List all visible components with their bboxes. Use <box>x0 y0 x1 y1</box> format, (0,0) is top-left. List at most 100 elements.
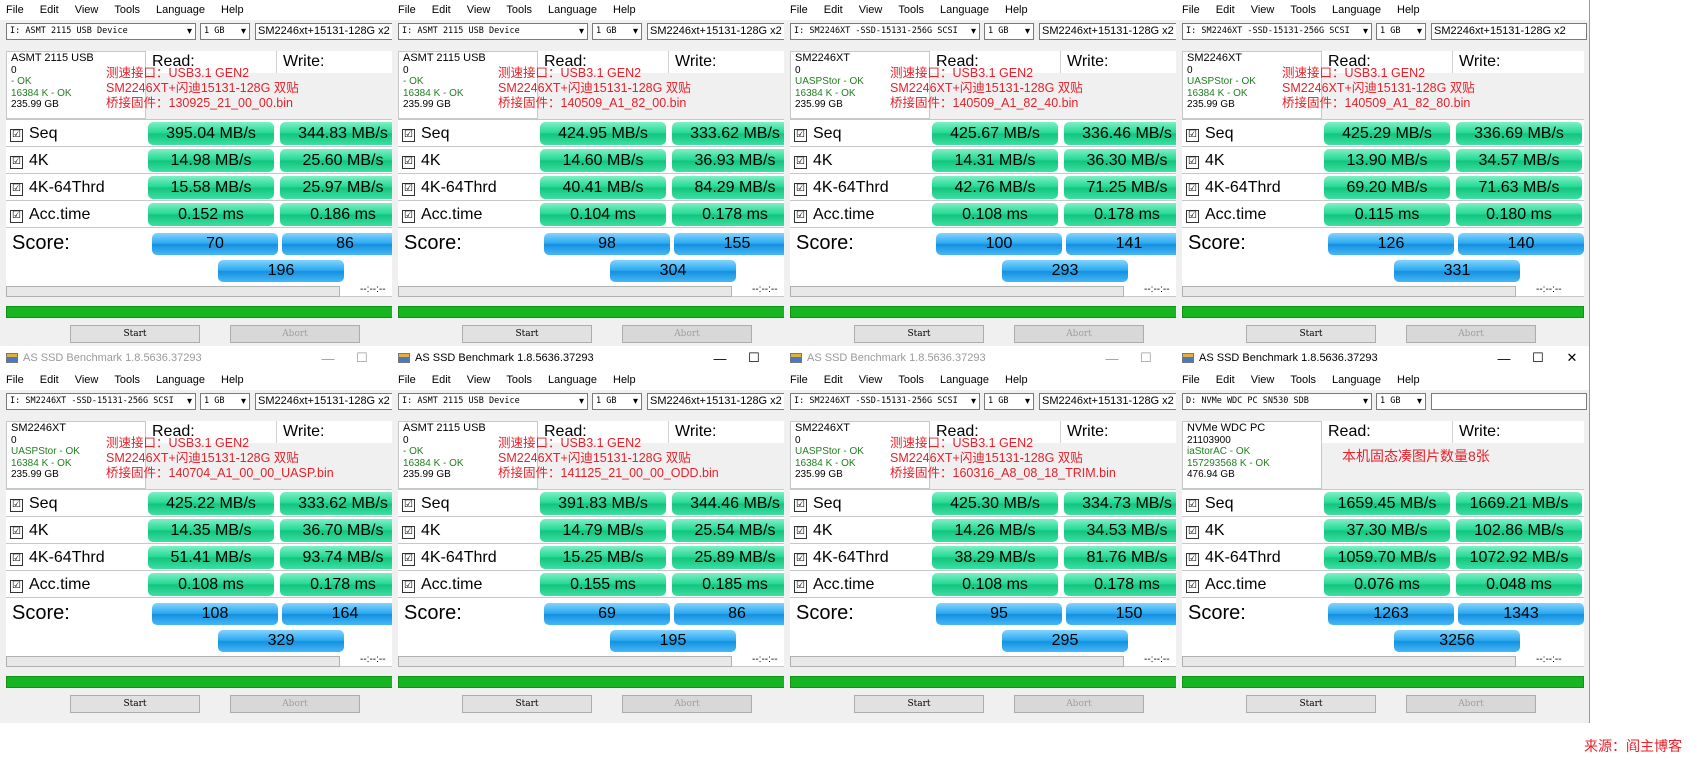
abort-button[interactable]: Abort <box>622 695 752 713</box>
menu-file[interactable]: File <box>398 4 416 16</box>
row-label[interactable]: ☑ Seq <box>398 120 538 147</box>
close-icon[interactable]: ✕ <box>1555 350 1589 366</box>
row-label[interactable]: ☑ 4K-64Thrd <box>6 174 146 201</box>
description-input[interactable]: SM2246xt+15131-128G x2 <box>1431 22 1587 40</box>
checkbox-icon[interactable]: ☑ <box>10 580 23 593</box>
row-label[interactable]: ☑ 4K-64Thrd <box>790 544 930 571</box>
menu-help[interactable]: Help <box>1397 374 1420 386</box>
menu-tools[interactable]: Tools <box>506 374 532 386</box>
row-label[interactable]: ☑ 4K <box>398 517 538 544</box>
start-button[interactable]: Start <box>70 695 200 713</box>
checkbox-icon[interactable]: ☑ <box>10 553 23 566</box>
menu-language[interactable]: Language <box>940 374 989 386</box>
menu-tools[interactable]: Tools <box>114 4 140 16</box>
row-label[interactable]: ☑ 4K <box>398 147 538 174</box>
menu-tools[interactable]: Tools <box>1290 374 1316 386</box>
size-select[interactable]: 1 GB <box>984 22 1034 40</box>
drive-select[interactable]: I: ASMT 2115 USB Device <box>398 392 588 410</box>
checkbox-icon[interactable]: ☑ <box>402 210 415 223</box>
checkbox-icon[interactable]: ☑ <box>794 156 807 169</box>
row-label[interactable]: ☑ Seq <box>790 490 930 517</box>
menu-file[interactable]: File <box>6 374 24 386</box>
checkbox-icon[interactable]: ☑ <box>794 183 807 196</box>
row-label[interactable]: ☑ 4K <box>1182 517 1322 544</box>
row-label[interactable]: ☑ 4K <box>1182 147 1322 174</box>
row-label[interactable]: ☑ Seq <box>1182 490 1322 517</box>
menu-help[interactable]: Help <box>221 4 244 16</box>
row-label[interactable]: ☑ 4K-64Thrd <box>1182 174 1322 201</box>
minimize-icon[interactable]: — <box>703 351 737 366</box>
checkbox-icon[interactable]: ☑ <box>1186 499 1199 512</box>
menu-view[interactable]: View <box>1251 374 1275 386</box>
row-label[interactable]: ☑ Acc.time <box>790 571 930 598</box>
row-label[interactable]: ☑ Acc.time <box>6 571 146 598</box>
description-input[interactable]: SM2246xt+15131-128G x2 <box>255 22 411 40</box>
row-label[interactable]: ☑ Acc.time <box>1182 571 1322 598</box>
menu-file[interactable]: File <box>1182 374 1200 386</box>
maximize-icon[interactable]: ☐ <box>1129 350 1163 366</box>
start-button[interactable]: Start <box>462 325 592 343</box>
menu-edit[interactable]: Edit <box>40 4 59 16</box>
row-label[interactable]: ☑ 4K <box>6 517 146 544</box>
menu-language[interactable]: Language <box>156 374 205 386</box>
checkbox-icon[interactable]: ☑ <box>1186 156 1199 169</box>
row-label[interactable]: ☑ Seq <box>6 120 146 147</box>
row-label[interactable]: ☑ 4K-64Thrd <box>398 174 538 201</box>
menu-edit[interactable]: Edit <box>824 4 843 16</box>
menu-view[interactable]: View <box>1251 4 1275 16</box>
checkbox-icon[interactable]: ☑ <box>10 526 23 539</box>
abort-button[interactable]: Abort <box>1406 695 1536 713</box>
checkbox-icon[interactable]: ☑ <box>402 183 415 196</box>
start-button[interactable]: Start <box>854 695 984 713</box>
abort-button[interactable]: Abort <box>1406 325 1536 343</box>
size-select[interactable]: 1 GB <box>592 392 642 410</box>
row-label[interactable]: ☑ Seq <box>6 490 146 517</box>
menu-help[interactable]: Help <box>1005 4 1028 16</box>
menu-help[interactable]: Help <box>221 374 244 386</box>
checkbox-icon[interactable]: ☑ <box>1186 210 1199 223</box>
size-select[interactable]: 1 GB <box>1376 392 1426 410</box>
row-label[interactable]: ☑ 4K <box>6 147 146 174</box>
drive-select[interactable]: I: ASMT 2115 USB Device <box>6 22 196 40</box>
row-label[interactable]: ☑ Acc.time <box>6 201 146 228</box>
checkbox-icon[interactable]: ☑ <box>794 553 807 566</box>
abort-button[interactable]: Abort <box>230 695 360 713</box>
size-select[interactable]: 1 GB <box>984 392 1034 410</box>
row-label[interactable]: ☑ Seq <box>398 490 538 517</box>
description-input[interactable]: SM2246xt+15131-128G x2 <box>647 392 803 410</box>
row-label[interactable]: ☑ Seq <box>790 120 930 147</box>
checkbox-icon[interactable]: ☑ <box>794 499 807 512</box>
checkbox-icon[interactable]: ☑ <box>794 580 807 593</box>
menu-view[interactable]: View <box>75 4 99 16</box>
menu-language[interactable]: Language <box>548 374 597 386</box>
menu-help[interactable]: Help <box>613 4 636 16</box>
drive-select[interactable]: I: SM2246XT -SSD-15131-256G SCSI <box>790 22 980 40</box>
menu-file[interactable]: File <box>6 4 24 16</box>
row-label[interactable]: ☑ Seq <box>1182 120 1322 147</box>
checkbox-icon[interactable]: ☑ <box>402 129 415 142</box>
row-label[interactable]: ☑ 4K-64Thrd <box>790 174 930 201</box>
size-select[interactable]: 1 GB <box>200 392 250 410</box>
maximize-icon[interactable]: ☐ <box>737 350 771 366</box>
size-select[interactable]: 1 GB <box>592 22 642 40</box>
checkbox-icon[interactable]: ☑ <box>10 183 23 196</box>
menu-edit[interactable]: Edit <box>432 374 451 386</box>
row-label[interactable]: ☑ 4K-64Thrd <box>6 544 146 571</box>
row-label[interactable]: ☑ Acc.time <box>1182 201 1322 228</box>
drive-select[interactable]: D: NVMe WDC PC SN530 SDB <box>1182 392 1372 410</box>
menu-language[interactable]: Language <box>940 4 989 16</box>
menu-tools[interactable]: Tools <box>898 374 924 386</box>
checkbox-icon[interactable]: ☑ <box>402 580 415 593</box>
start-button[interactable]: Start <box>1246 325 1376 343</box>
row-label[interactable]: ☑ Acc.time <box>398 201 538 228</box>
description-input[interactable]: SM2246xt+15131-128G x2 <box>1039 22 1195 40</box>
menu-language[interactable]: Language <box>548 4 597 16</box>
menu-language[interactable]: Language <box>1332 374 1381 386</box>
menu-tools[interactable]: Tools <box>898 4 924 16</box>
checkbox-icon[interactable]: ☑ <box>10 129 23 142</box>
minimize-icon[interactable]: — <box>1487 351 1521 366</box>
menu-help[interactable]: Help <box>1397 4 1420 16</box>
menu-view[interactable]: View <box>467 374 491 386</box>
maximize-icon[interactable]: ☐ <box>345 350 379 366</box>
checkbox-icon[interactable]: ☑ <box>10 210 23 223</box>
